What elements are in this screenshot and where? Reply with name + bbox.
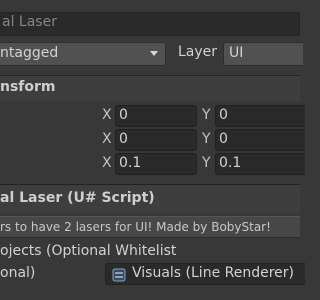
object-name-value: al Laser (2, 14, 57, 30)
object-name-field[interactable]: al Laser (0, 12, 300, 36)
rotation-y-field[interactable]: 0 (215, 129, 305, 151)
position-x-value: 0 (119, 107, 128, 123)
rotation-x-field[interactable]: 0 (115, 129, 197, 151)
script-component-header[interactable]: al Laser (U# Script) (0, 185, 300, 213)
position-y-label: Y (202, 107, 211, 123)
layer-value: UI (229, 45, 244, 61)
chevron-down-icon (150, 51, 158, 56)
rotation-x-label: X (102, 131, 112, 147)
scale-y-value: 0.1 (219, 155, 242, 171)
tag-value: ntagged (0, 45, 59, 61)
scale-x-label: X (102, 155, 112, 171)
script-component-title: al Laser (U# Script) (0, 190, 155, 206)
layer-dropdown[interactable]: UI (223, 42, 303, 66)
position-y-field[interactable]: 0 (215, 105, 305, 127)
position-y-value: 0 (219, 107, 228, 123)
rotation-x-value: 0 (119, 131, 128, 147)
scale-y-field[interactable]: 0.1 (215, 153, 305, 175)
position-x-field[interactable]: 0 (115, 105, 197, 127)
transform-title: nsform (0, 79, 56, 95)
info-message-text: rs to have 2 lasers for UI! Made by Boby… (0, 220, 271, 234)
position-x-label: X (102, 107, 112, 123)
line-renderer-icon (112, 268, 126, 282)
scale-x-value: 0.1 (119, 155, 142, 171)
transform-header[interactable]: nsform (0, 76, 300, 102)
visuals-object-field[interactable]: Visuals (Line Renderer) (105, 263, 305, 285)
rotation-y-value: 0 (219, 131, 228, 147)
objects-field-label: onal) (0, 265, 36, 281)
info-message-box: rs to have 2 lasers for UI! Made by Boby… (0, 216, 300, 238)
rotation-y-label: Y (202, 131, 211, 147)
scale-y-label: Y (202, 155, 211, 171)
visuals-object-value: Visuals (Line Renderer) (132, 265, 294, 281)
tag-dropdown[interactable]: ntagged (0, 42, 166, 66)
objects-whitelist-label: ojects (Optional Whitelist (0, 243, 177, 259)
scale-x-field[interactable]: 0.1 (115, 153, 197, 175)
layer-label: Layer (178, 44, 218, 60)
